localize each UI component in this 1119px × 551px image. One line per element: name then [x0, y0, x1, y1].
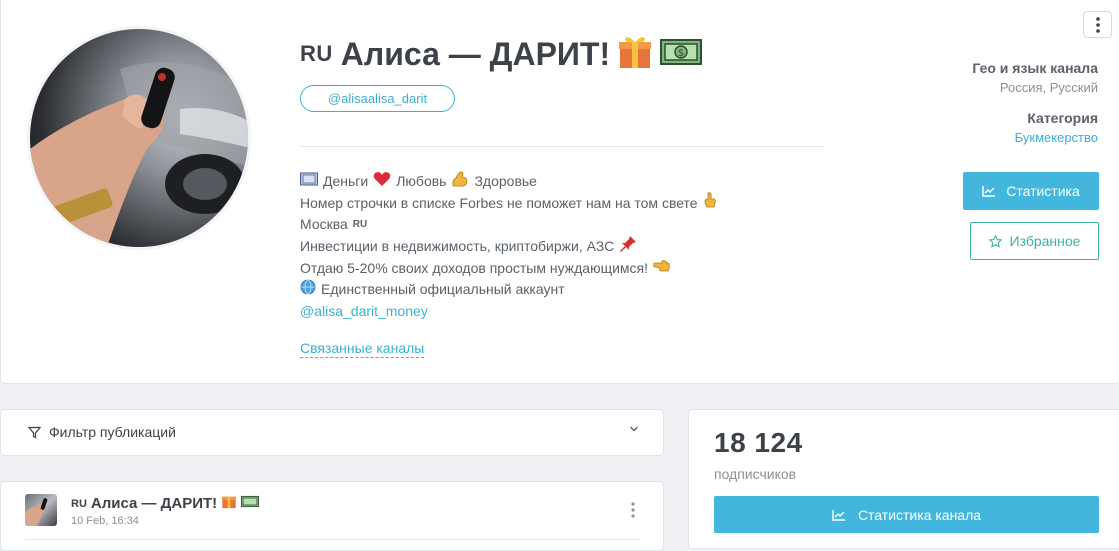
- subscribers-count: 18 124: [714, 427, 803, 458]
- pushpin-icon: [619, 235, 637, 260]
- description-line: Отдаю 5-20% своих доходов простым нуждаю…: [300, 258, 860, 280]
- pointing-left-icon: [653, 258, 671, 280]
- description-line: Номер строчки в списке Forbes не поможет…: [300, 192, 860, 215]
- gift-icon: [618, 34, 652, 75]
- channel-profile-card: RU Алиса — ДАРИТ! $ @alisaalisa_darit Де…: [0, 0, 1119, 384]
- category-link[interactable]: Букмекерство: [1015, 130, 1098, 145]
- channel-title: Алиса — ДАРИТ!: [340, 35, 611, 72]
- post-avatar: [25, 494, 57, 526]
- gift-icon: [221, 493, 237, 514]
- pointing-up-icon: [703, 192, 717, 215]
- description-line: Москва RU: [300, 214, 860, 236]
- geo-value: Россия, Русский: [999, 80, 1098, 95]
- flag-ru: RU: [300, 41, 333, 66]
- channel-avatar: [27, 26, 251, 250]
- channel-handle-pill[interactable]: @alisaalisa_darit: [300, 85, 455, 112]
- post-card: RU Алиса — ДАРИТ! 10 Feb, 16:34: [0, 481, 664, 551]
- post-more-options-icon[interactable]: [631, 502, 635, 518]
- post-title-row: RU Алиса — ДАРИТ!: [71, 493, 260, 514]
- channel-title-row: RU Алиса — ДАРИТ! $: [300, 34, 703, 75]
- filter-label: Фильтр публикаций: [49, 424, 176, 440]
- star-icon: [988, 234, 1002, 248]
- chart-icon: [832, 509, 845, 521]
- publication-filter[interactable]: Фильтр публикаций: [0, 409, 664, 456]
- svg-text:$: $: [678, 48, 684, 59]
- description-line: Инвестиции в недвижимость, криптобиржи, …: [300, 235, 860, 260]
- money-icon: [300, 171, 318, 193]
- chart-icon: [982, 186, 996, 197]
- kebab-icon: [1095, 16, 1100, 33]
- heart-icon: [373, 171, 391, 194]
- filter-icon: [28, 426, 41, 438]
- flag-ru: RU: [352, 219, 368, 231]
- geo-language-block: Гео и язык канала Россия, Русский: [972, 60, 1098, 95]
- channel-link[interactable]: @alisa_darit_money: [300, 301, 428, 323]
- subscribers-label: подписчиков: [714, 466, 797, 482]
- category-label: Категория: [1027, 110, 1098, 126]
- divider: [300, 146, 825, 147]
- globe-icon: [300, 279, 316, 302]
- geo-label: Гео и язык канала: [972, 60, 1098, 76]
- flexed-biceps-icon: [451, 170, 469, 195]
- statistics-button[interactable]: Статистика: [963, 172, 1099, 210]
- money-icon: $: [660, 37, 703, 72]
- chevron-down-icon: [630, 426, 638, 432]
- related-channels-link[interactable]: Связанные каналы: [300, 340, 425, 358]
- subscribers-card: 18 124 подписчиков Статистика канала: [688, 409, 1119, 549]
- channel-statistics-button[interactable]: Статистика канала: [714, 496, 1099, 533]
- description-line: @alisa_darit_money: [300, 301, 860, 323]
- description-line: Единственный официальный аккаунт: [300, 279, 860, 301]
- divider: [25, 539, 641, 540]
- more-options-button[interactable]: [1083, 11, 1112, 38]
- post-date: 10 Feb, 16:34: [71, 515, 139, 527]
- category-block: Категория Букмекерство: [1015, 110, 1098, 145]
- flag-ru: RU: [71, 497, 87, 510]
- post-title[interactable]: Алиса — ДАРИТ!: [91, 495, 217, 512]
- money-icon: [241, 495, 260, 513]
- favorites-button[interactable]: Избранное: [970, 222, 1099, 260]
- description-line: Деньги Любовь Здоровье: [300, 171, 860, 193]
- channel-description: Деньги Любовь Здоровье Номер строчки в с…: [300, 171, 860, 323]
